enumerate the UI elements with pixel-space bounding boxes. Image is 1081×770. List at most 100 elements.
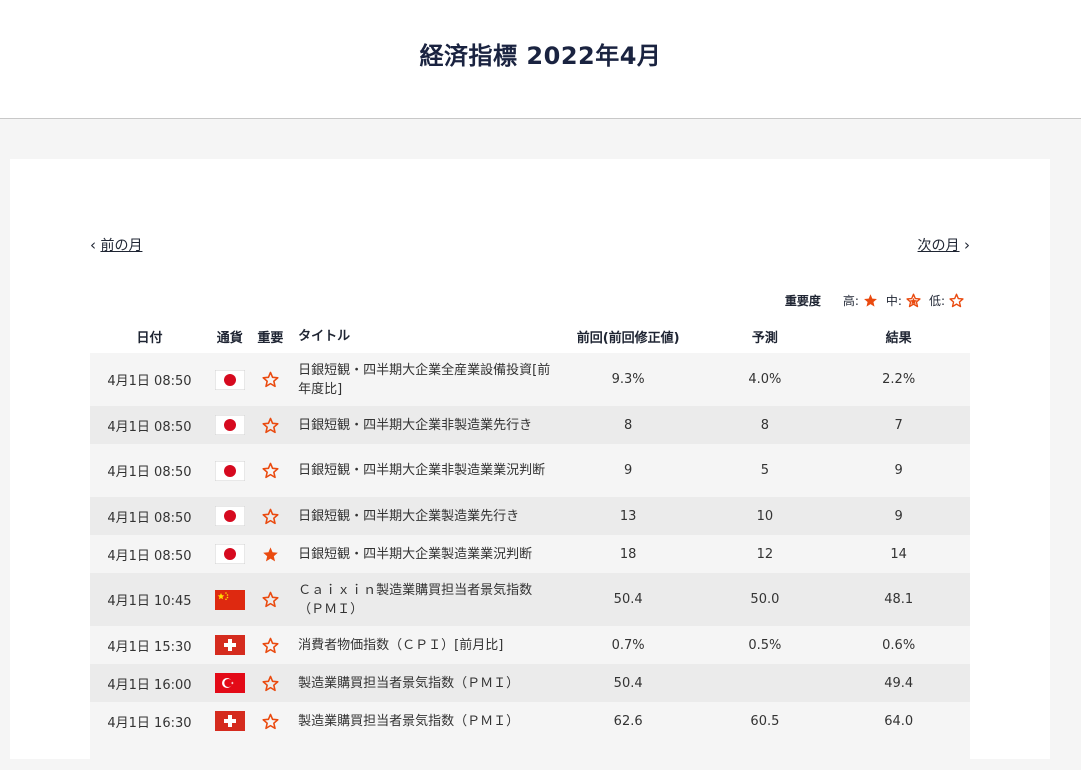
header-previous: 前回(前回修正値) <box>576 330 680 346</box>
chevron-left-icon: ‹ <box>90 236 96 254</box>
page-title: 経済指標 2022年4月 <box>419 41 662 70</box>
header-forecast: 予測 <box>751 330 778 346</box>
switzerland-flag-icon <box>209 635 251 655</box>
row-forecast: 10 <box>756 508 774 524</box>
japan-flag-icon <box>209 369 251 390</box>
header-currency: 通貨 <box>216 330 243 346</box>
row-title: 製造業購買担当者景気指数（ＰＭＩ） <box>298 713 520 729</box>
table-row <box>90 740 970 770</box>
row-forecast: 60.5 <box>750 713 780 729</box>
chevron-right-icon: › <box>964 236 970 254</box>
row-date: 4月1日 08:50 <box>107 419 192 435</box>
row-title: 日銀短観・四半期大企業製造業業況判断 <box>298 546 533 562</box>
prev-month-link[interactable]: 前の月 <box>100 238 142 254</box>
legend-high-label: 高: <box>842 294 859 308</box>
row-date: 4月1日 16:00 <box>107 677 192 693</box>
indicators-table: 日付 通貨 重要 タイトル 前回(前回修正値) 予測 結果 4月1日 08:50… <box>90 319 970 770</box>
row-result: 64.0 <box>884 713 914 729</box>
row-date: 4月1日 08:50 <box>107 510 192 526</box>
header-importance: 重要 <box>257 330 284 346</box>
next-month-link[interactable]: 次の月 <box>918 238 960 254</box>
row-forecast: 50.0 <box>750 592 780 607</box>
row-previous: 18 <box>619 546 637 562</box>
star-outline-icon <box>251 508 291 525</box>
legend-title: 重要度 <box>784 294 821 308</box>
row-previous: 13 <box>619 508 637 524</box>
row-previous: 0.7% <box>611 637 645 653</box>
row-previous: 50.4 <box>613 592 643 607</box>
header-title: タイトル <box>298 328 351 344</box>
next-month-link-wrap: 次の月 › <box>918 235 970 255</box>
row-previous: 9 <box>624 463 633 478</box>
content-card: ‹ 前の月 次の月 › 重要度 高: 中: 低: 日付 通貨 重要 タイトル 前… <box>10 159 1050 770</box>
table-row: 4月1日 10:45 Ｃａｉｘｉｎ製造業購買担当者景気指数（ＰＭＩ） 50.4 50.… <box>90 573 970 626</box>
china-flag-icon <box>209 589 251 610</box>
table-row: 4月1日 08:50 日銀短観・四半期大企業全産業設備投資[前年度比] 9.3% 4.… <box>90 353 970 406</box>
row-title: 日銀短観・四半期大企業製造業先行き <box>298 508 520 524</box>
table-row: 4月1日 16:30 製造業購買担当者景気指数（ＰＭＩ） 62.6 60.5 64.0 <box>90 702 970 740</box>
star-outline-icon <box>251 591 291 608</box>
japan-flag-icon <box>209 506 251 526</box>
prev-month-link-wrap: ‹ 前の月 <box>90 235 142 255</box>
row-date: 4月1日 08:50 <box>107 465 192 480</box>
table-row: 4月1日 08:50 日銀短観・四半期大企業非製造業先行き 8 8 7 <box>90 406 970 444</box>
table-row: 4月1日 08:50 日銀短観・四半期大企業非製造業業況判断 9 5 9 <box>90 444 970 497</box>
header-result: 結果 <box>885 330 912 346</box>
star-outline-icon <box>251 637 291 654</box>
star-outline-icon <box>251 675 291 692</box>
row-date: 4月1日 15:30 <box>107 639 192 655</box>
row-result: 48.1 <box>884 592 914 607</box>
legend-low: 低: <box>929 292 964 309</box>
row-date: 4月1日 08:50 <box>107 374 192 389</box>
row-result: 49.4 <box>884 675 914 691</box>
japan-flag-icon <box>209 415 251 435</box>
row-result: 9 <box>894 463 903 478</box>
star-outline-icon <box>251 462 291 479</box>
row-result: 2.2% <box>882 372 916 387</box>
star-outline-icon <box>251 713 291 730</box>
legend-mid: 中: <box>886 292 921 309</box>
row-title: 製造業購買担当者景気指数（ＰＭＩ） <box>298 675 520 691</box>
table-body: 4月1日 08:50 日銀短観・四半期大企業全産業設備投資[前年度比] 9.3% 4.… <box>90 353 970 770</box>
row-result: 7 <box>894 417 903 433</box>
japan-flag-icon <box>209 460 251 481</box>
table-row: 4月1日 16:00 製造業購買担当者景気指数（ＰＭＩ） 50.4 49.4 <box>90 664 970 702</box>
row-result: 14 <box>890 546 907 562</box>
table-row: 4月1日 08:50 日銀短観・四半期大企業製造業先行き 13 10 9 <box>90 497 970 535</box>
table-row: 4月1日 15:30 消費者物価指数（ＣＰＩ）[前月比] 0.7% 0.5% 0.6% <box>90 626 970 664</box>
legend-mid-label: 中: <box>885 294 902 308</box>
row-title: Ｃａｉｘｉｎ製造業購買担当者景気指数（ＰＭＩ） <box>298 582 533 617</box>
row-previous: 9.3% <box>611 372 645 387</box>
star-outline-icon <box>949 293 964 308</box>
importance-legend: 重要度 高: 中: 低: <box>785 292 964 309</box>
header-date: 日付 <box>136 330 163 346</box>
star-outline-icon <box>251 417 291 434</box>
star-filled-icon <box>863 294 877 307</box>
row-forecast: 0.5% <box>748 637 782 653</box>
month-navigation: ‹ 前の月 次の月 › <box>90 235 970 255</box>
legend-low-label: 低: <box>928 294 945 308</box>
row-title: 日銀短観・四半期大企業非製造業先行き <box>298 417 533 433</box>
switzerland-flag-icon <box>209 711 251 731</box>
row-title: 日銀短観・四半期大企業非製造業業況判断 <box>298 463 546 478</box>
row-previous: 62.6 <box>613 713 643 729</box>
row-date: 4月1日 16:30 <box>107 715 192 731</box>
row-forecast: 12 <box>756 546 774 562</box>
japan-flag-icon <box>209 544 251 564</box>
row-date: 4月1日 10:45 <box>107 594 192 609</box>
page-header: 経済指標 2022年4月 <box>0 0 1081 119</box>
table-header: 日付 通貨 重要 タイトル 前回(前回修正値) 予測 結果 <box>90 319 970 353</box>
row-forecast: 4.0% <box>748 372 782 387</box>
row-previous: 50.4 <box>613 675 643 691</box>
row-forecast: 8 <box>760 417 770 433</box>
row-result: 9 <box>894 508 903 524</box>
star-outline-icon <box>251 371 291 388</box>
star-half-icon <box>906 293 921 308</box>
table-row: 4月1日 08:50 日銀短観・四半期大企業製造業業況判断 18 12 14 <box>90 535 970 573</box>
row-previous: 8 <box>624 417 633 433</box>
row-result: 0.6% <box>882 637 916 653</box>
legend-high: 高: <box>843 292 878 309</box>
row-forecast: 5 <box>760 463 770 478</box>
turkey-flag-icon <box>209 673 251 693</box>
row-date: 4月1日 08:50 <box>107 548 192 564</box>
